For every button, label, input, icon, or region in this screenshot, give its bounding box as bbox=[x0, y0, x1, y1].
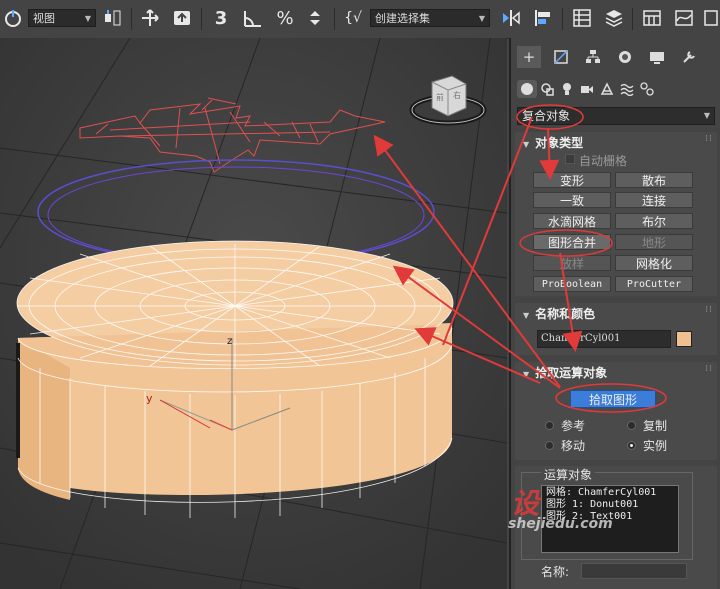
collapse-triangle-icon: ▼ bbox=[523, 140, 530, 149]
shapemerge-button[interactable]: 图形合并 bbox=[533, 234, 611, 250]
move-radio[interactable] bbox=[545, 441, 554, 450]
percent-snap-icon[interactable]: % bbox=[272, 7, 298, 29]
object-color-swatch[interactable] bbox=[676, 331, 692, 347]
conform-button[interactable]: 一致 bbox=[533, 192, 611, 208]
reference-radio-label: 参考 bbox=[561, 419, 586, 433]
watermark-url: shejiedu.com bbox=[508, 516, 613, 532]
spinner-snap-icon[interactable] bbox=[302, 7, 328, 29]
svg-text:前: 前 bbox=[436, 92, 444, 102]
collapse-triangle-icon: ▼ bbox=[523, 370, 530, 379]
procutter-button[interactable]: ProCutter bbox=[615, 276, 693, 292]
lights-category-icon[interactable] bbox=[557, 80, 577, 98]
spacewarps-category-icon[interactable] bbox=[617, 80, 637, 98]
shapes-category-icon[interactable] bbox=[537, 80, 557, 98]
proboolean-button[interactable]: ProBoolean bbox=[533, 276, 611, 292]
reference-coordinate-select[interactable]: 视图 ▼ bbox=[28, 9, 96, 27]
display-tab-icon[interactable] bbox=[645, 46, 669, 68]
viewport-scene: 前 右 z y bbox=[0, 38, 507, 589]
autogrid-label: 自动栅格 bbox=[579, 154, 628, 168]
create-tab-icon[interactable]: + bbox=[517, 46, 541, 68]
autogrid-checkbox[interactable] bbox=[565, 154, 575, 164]
copy-radio-label: 复制 bbox=[643, 419, 668, 433]
mesher-button[interactable]: 网格化 bbox=[615, 255, 693, 271]
utilities-tab-icon[interactable] bbox=[677, 46, 701, 68]
terrain-button[interactable]: 地形 bbox=[615, 234, 693, 250]
pick-operand-title: 拾取运算对象 bbox=[535, 366, 608, 380]
object-name-field[interactable]: ChamferCyl001 bbox=[537, 330, 671, 348]
toolbar-divider bbox=[201, 8, 202, 30]
helpers-category-icon[interactable] bbox=[597, 80, 617, 98]
operand-item[interactable]: 网格: ChamferCyl001 bbox=[546, 487, 674, 499]
chevron-down-icon: ▼ bbox=[84, 14, 91, 23]
layer-explorer-icon[interactable] bbox=[602, 7, 626, 29]
copy-radio[interactable] bbox=[627, 421, 636, 430]
rollout-handle-icon: ⁞⁞ bbox=[705, 134, 713, 144]
chevron-down-icon: ▼ bbox=[703, 111, 710, 120]
systems-category-icon[interactable] bbox=[637, 80, 657, 98]
loft-button[interactable]: 放样 bbox=[533, 255, 611, 271]
pick-shape-button[interactable]: 拾取图形 bbox=[570, 390, 656, 408]
object-category-dropdown[interactable]: 复合对象 ▼ bbox=[517, 107, 715, 125]
hierarchy-tab-icon[interactable] bbox=[581, 46, 605, 68]
named-selection-set-select[interactable]: 创建选择集 ▼ bbox=[370, 9, 490, 27]
geometry-category-icon[interactable] bbox=[517, 80, 537, 98]
scene-explorer-icon[interactable] bbox=[570, 7, 594, 29]
object-type-title: 对象类型 bbox=[535, 136, 584, 150]
modify-tab-icon[interactable] bbox=[549, 46, 573, 68]
main-toolbar: 视图 ▼ 3 % {√ 创建选择集 ▼ bbox=[0, 0, 720, 39]
reference-radio[interactable] bbox=[545, 421, 554, 430]
mirror-icon[interactable] bbox=[498, 7, 524, 29]
edit-named-selection-icon[interactable]: {√ bbox=[340, 7, 366, 29]
ribbon-toggle-icon[interactable] bbox=[640, 7, 664, 29]
toolbar-divider bbox=[131, 8, 132, 30]
name-color-header[interactable]: ▼ 名称和颜色 bbox=[523, 305, 595, 322]
toolbar-divider bbox=[562, 8, 563, 30]
pick-operand-header[interactable]: ▼ 拾取运算对象 bbox=[523, 364, 607, 381]
snap-3d-icon[interactable]: 3 bbox=[207, 7, 235, 29]
collapse-triangle-icon: ▼ bbox=[523, 311, 530, 320]
blobmesh-button[interactable]: 水滴网格 bbox=[533, 213, 611, 229]
name-color-rollout: ▼ 名称和颜色 ⁞⁞ ChamferCyl001 bbox=[515, 303, 717, 355]
name-color-title: 名称和颜色 bbox=[535, 307, 596, 321]
motion-tab-icon[interactable] bbox=[613, 46, 637, 68]
view-select-label: 视图 bbox=[33, 12, 55, 25]
toolbar-divider bbox=[334, 8, 335, 30]
toolbar-divider bbox=[632, 8, 633, 30]
command-panel: + 复合对象 ▼ ▼ 对象类型 ⁞⁞ 自动栅格 变形 散布 一致 连接 水滴网格… bbox=[509, 38, 720, 589]
pivot-center-icon[interactable] bbox=[100, 7, 126, 29]
keyboard-shortcut-override-icon[interactable] bbox=[170, 7, 194, 29]
operand-name-field[interactable] bbox=[581, 563, 687, 579]
object-type-header[interactable]: ▼ 对象类型 bbox=[523, 134, 583, 151]
boolean-button[interactable]: 布尔 bbox=[615, 213, 693, 229]
operands-group-title: 运算对象 bbox=[541, 466, 596, 483]
morph-button[interactable]: 变形 bbox=[533, 172, 611, 188]
object-type-rollout: ▼ 对象类型 ⁞⁞ 自动栅格 变形 散布 一致 连接 水滴网格 布尔 图形合并 地… bbox=[515, 132, 717, 296]
operand-item[interactable]: 图形 1: Donut001 bbox=[546, 499, 674, 511]
angle-snap-icon[interactable] bbox=[240, 7, 266, 29]
select-manipulate-icon[interactable] bbox=[138, 7, 162, 29]
chevron-down-icon: ▼ bbox=[478, 14, 485, 23]
scatter-button[interactable]: 散布 bbox=[615, 172, 693, 188]
axis-z-label: z bbox=[227, 336, 232, 347]
instance-radio-label: 实例 bbox=[643, 439, 668, 453]
curve-editor-icon[interactable] bbox=[672, 7, 696, 29]
snap-toggle-icon[interactable] bbox=[2, 7, 24, 29]
rollout-handle-icon: ⁞⁞ bbox=[705, 305, 713, 315]
cameras-category-icon[interactable] bbox=[577, 80, 597, 98]
pick-operand-rollout: ▼ 拾取运算对象 ⁞⁞ 拾取图形 参考 复制 移动 实例 bbox=[515, 362, 717, 460]
schematic-view-icon[interactable] bbox=[702, 7, 720, 29]
rollout-handle-icon: ⁞⁞ bbox=[705, 364, 713, 374]
align-icon[interactable] bbox=[530, 7, 556, 29]
operand-name-label: 名称: bbox=[541, 565, 570, 579]
axis-y-label: y bbox=[146, 392, 153, 405]
perspective-viewport[interactable]: 前 右 z y bbox=[0, 38, 507, 589]
chamfer-cylinder-object[interactable] bbox=[16, 240, 454, 518]
instance-radio[interactable] bbox=[627, 441, 636, 450]
svg-text:右: 右 bbox=[453, 90, 461, 100]
selection-set-label: 创建选择集 bbox=[375, 12, 430, 25]
category-dropdown-value: 复合对象 bbox=[522, 109, 571, 123]
move-radio-label: 移动 bbox=[561, 439, 586, 453]
connect-button[interactable]: 连接 bbox=[615, 192, 693, 208]
